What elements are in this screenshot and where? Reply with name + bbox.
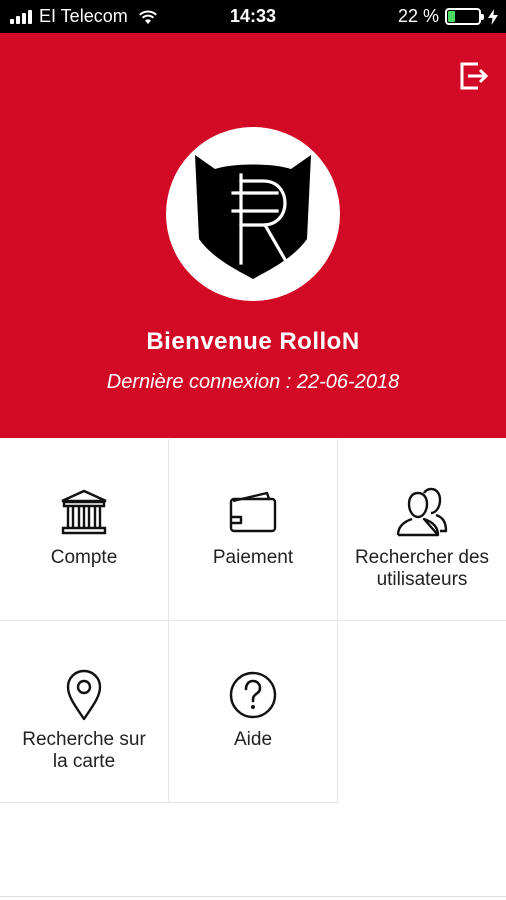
avatar xyxy=(166,127,340,301)
menu-tile-compte[interactable]: Compte xyxy=(0,439,169,621)
menu-tile-label: Rechercher des utilisateurs xyxy=(354,547,490,590)
battery-level xyxy=(448,11,455,22)
logout-icon[interactable] xyxy=(458,60,490,92)
battery-icon xyxy=(445,8,484,25)
profile-header: Bienvenue RolloN Dernière connexion : 22… xyxy=(0,33,506,438)
menu-tile-aide[interactable]: Aide xyxy=(169,621,338,803)
battery-percent: 22 % xyxy=(397,6,439,26)
status-bar: EI Telecom 14:33 22 % xyxy=(0,0,506,33)
help-icon xyxy=(229,671,277,719)
bank-icon xyxy=(61,489,107,535)
menu-tile-recherche-carte[interactable]: Recherche sur la carte xyxy=(0,621,169,803)
charging-bolt-icon xyxy=(488,8,498,25)
map-pin-icon xyxy=(66,669,102,721)
welcome-title: Bienvenue RolloN xyxy=(146,328,360,355)
menu-tile-label: Compte xyxy=(50,547,118,568)
menu-tile-label: Recherche sur la carte xyxy=(22,729,146,772)
menu-tile-label: Aide xyxy=(233,729,273,750)
users-icon xyxy=(396,487,448,537)
menu-tile-rechercher-utilisateurs[interactable]: Rechercher des utilisateurs xyxy=(338,439,506,621)
status-right: 22 % xyxy=(398,6,498,27)
menu-tile-label: Paiement xyxy=(212,547,294,568)
rollon-logo-icon xyxy=(195,155,311,279)
menu-tile-paiement[interactable]: Paiement xyxy=(169,439,338,621)
last-login-text: Dernière connexion : 22-06-2018 xyxy=(106,371,400,393)
bottom-divider xyxy=(0,896,506,897)
wallet-icon xyxy=(229,491,277,533)
